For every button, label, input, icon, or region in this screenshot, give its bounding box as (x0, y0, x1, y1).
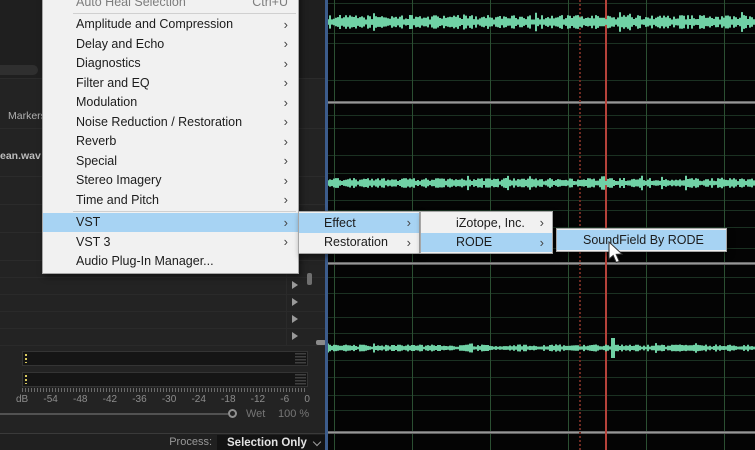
chevron-down-icon (312, 437, 322, 447)
menu-item-amplitude-and-compression[interactable]: Amplitude and Compression (43, 15, 298, 35)
menu-item-filter-and-eq[interactable]: Filter and EQ (43, 73, 298, 93)
expand-arrow-icon[interactable] (292, 315, 298, 323)
menu-item-diagnostics[interactable]: Diagnostics (43, 54, 298, 74)
menu-item-label: Auto Heal Selection (76, 0, 186, 9)
rode-plugin-submenu: SoundField By RODE (556, 228, 727, 252)
menu-item-label: Noise Reduction / Restoration (76, 114, 243, 129)
menu-item-audio-plugin-manager[interactable]: Audio Plug-In Manager... (43, 252, 298, 272)
mix-label: Wet (246, 408, 266, 420)
meter-peak-tick (25, 354, 27, 363)
process-dropdown-value: Selection Only (227, 436, 307, 449)
effects-menu: Auto Heal Selection Ctrl+U Amplitude and… (42, 0, 299, 274)
menu-separator (73, 210, 296, 212)
db-label: -36 (132, 394, 147, 405)
db-label: dB (16, 394, 29, 405)
db-label: -24 (191, 394, 206, 405)
db-label: 0 (304, 394, 310, 405)
meter-scale-cap (295, 353, 306, 364)
menu-item-stereo-imagery[interactable]: Stereo Imagery (43, 171, 298, 191)
vst-submenu: Effect Restoration (298, 211, 420, 254)
submenu-arrow-icon (276, 76, 288, 89)
submenu-arrow-icon (399, 236, 411, 249)
menu-item-shortcut: Ctrl+U (252, 0, 288, 9)
menu-item-label: Time and Pitch (76, 192, 159, 207)
process-dropdown[interactable]: Selection Only (217, 435, 328, 450)
menu-item-label: Diagnostics (76, 56, 141, 71)
menu-item-noise-reduction[interactable]: Noise Reduction / Restoration (43, 112, 298, 132)
menu-item-label: SoundField By RODE (583, 232, 704, 247)
menu-item-label: Effect (324, 215, 356, 230)
process-label: Process: (169, 436, 212, 448)
menu-item-label: VST (76, 215, 101, 230)
db-label: -48 (73, 394, 88, 405)
menu-item-izotope[interactable]: iZotope, Inc. (421, 213, 552, 233)
menu-item-label: Stereo Imagery (76, 173, 162, 188)
submenu-arrow-icon (276, 154, 288, 167)
menu-item-restoration[interactable]: Restoration (299, 233, 419, 253)
audition-app-window: Markers ean.wav dB -54 -48 -42 -36 -30 -… (0, 0, 755, 450)
meter-peak-tick (25, 375, 27, 384)
db-label: -6 (280, 394, 290, 405)
submenu-arrow-icon (276, 18, 288, 31)
tab-markers[interactable]: Markers (8, 110, 46, 122)
effect-vendor-submenu: iZotope, Inc. RODE (420, 211, 553, 254)
menu-item-delay-and-echo[interactable]: Delay and Echo (43, 34, 298, 54)
menu-item-vst[interactable]: VST (43, 212, 298, 232)
mix-slider-knob[interactable] (228, 409, 237, 418)
menu-item-effect[interactable]: Effect (299, 213, 419, 233)
expand-arrow-icon[interactable] (292, 281, 298, 289)
db-label: -12 (250, 394, 266, 405)
process-bar: Process: Selection Only (0, 433, 328, 450)
menu-item-label: Special (76, 153, 117, 168)
menu-item-label: Modulation (76, 95, 138, 110)
mix-value[interactable]: 100 % (278, 408, 309, 420)
level-meter-right (22, 372, 308, 387)
submenu-arrow-icon (276, 135, 288, 148)
menu-item-label: iZotope, Inc. (456, 215, 525, 230)
menu-item-reverb[interactable]: Reverb (43, 132, 298, 152)
submenu-arrow-icon (276, 174, 288, 187)
db-label: -18 (221, 394, 236, 405)
submenu-arrow-icon (532, 216, 544, 229)
mix-slider-track[interactable] (0, 413, 228, 415)
submenu-arrow-icon (276, 57, 288, 70)
db-label: -54 (43, 394, 58, 405)
submenu-arrow-icon (276, 235, 288, 248)
db-ruler-ticks (22, 388, 306, 392)
menu-separator (73, 12, 296, 14)
menu-item-label: Reverb (76, 134, 117, 149)
menu-item-label: Audio Plug-In Manager... (76, 254, 214, 269)
submenu-arrow-icon (276, 115, 288, 128)
db-label: -42 (102, 394, 118, 405)
menu-item-vst3[interactable]: VST 3 (43, 232, 298, 252)
submenu-arrow-icon (276, 96, 288, 109)
expand-arrow-icon[interactable] (292, 332, 298, 340)
menu-item-label: VST 3 (76, 234, 111, 249)
db-label: -30 (161, 394, 177, 405)
submenu-arrow-icon (532, 236, 544, 249)
submenu-arrow-icon (276, 193, 288, 206)
menu-item-rode[interactable]: RODE (421, 232, 552, 252)
panel-handle[interactable] (0, 65, 38, 75)
menu-item-label: Filter and EQ (76, 75, 150, 90)
menu-item-label: Amplitude and Compression (76, 17, 234, 32)
menu-item-label: RODE (456, 235, 493, 250)
menu-item-time-and-pitch[interactable]: Time and Pitch (43, 190, 298, 210)
menu-item-label: Restoration (324, 235, 388, 250)
menu-item-auto-heal[interactable]: Auto Heal Selection Ctrl+U (43, 0, 298, 12)
db-scale-labels: dB -54 -48 -42 -36 -30 -24 -18 -12 -6 0 (16, 394, 310, 405)
level-meter-left (22, 351, 308, 366)
submenu-arrow-icon (276, 37, 288, 50)
meter-scale-cap (295, 374, 306, 385)
menu-item-soundfield-by-rode[interactable]: SoundField By RODE (557, 230, 726, 250)
menu-item-modulation[interactable]: Modulation (43, 93, 298, 113)
expand-arrow-icon[interactable] (292, 298, 298, 306)
file-name-label[interactable]: ean.wav (0, 150, 41, 162)
submenu-arrow-icon (399, 216, 411, 229)
submenu-arrow-icon (276, 216, 288, 229)
scrollbar-thumb[interactable] (307, 273, 312, 285)
menu-item-label: Delay and Echo (76, 36, 165, 51)
menu-item-special[interactable]: Special (43, 151, 298, 171)
mouse-cursor-icon (608, 241, 624, 264)
